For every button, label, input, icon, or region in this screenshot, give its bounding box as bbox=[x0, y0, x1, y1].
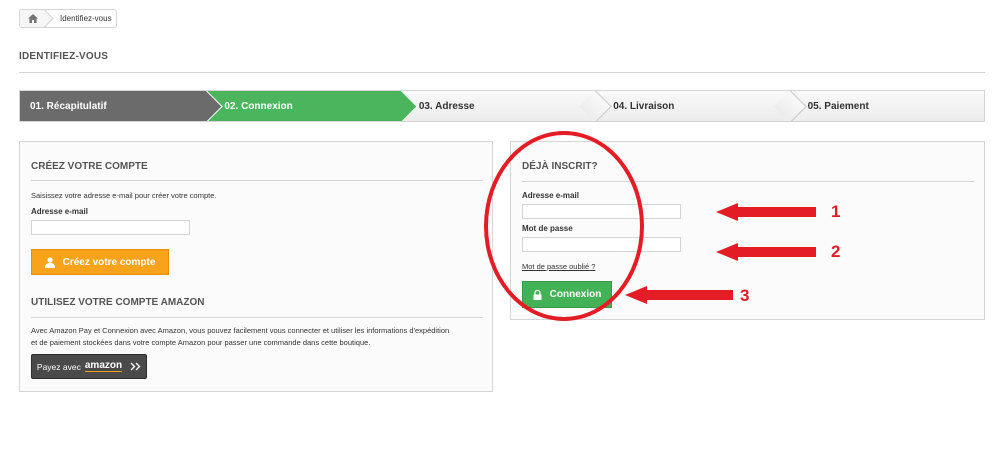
step-livraison: 04. Livraison bbox=[595, 91, 790, 121]
checkout-steps: 01. Récapitulatif 02. Connexion 03. Adre… bbox=[19, 90, 985, 122]
amazon-divider bbox=[31, 317, 483, 318]
annotation-number-3: 3 bbox=[740, 286, 750, 305]
create-account-intro: Saisissez votre adresse e-mail pour crée… bbox=[31, 191, 217, 200]
create-email-input[interactable] bbox=[31, 220, 190, 235]
user-icon bbox=[44, 256, 55, 268]
breadcrumb-current: Identifiez-vous bbox=[60, 14, 112, 23]
home-icon bbox=[27, 14, 38, 23]
create-account-divider bbox=[31, 180, 483, 181]
create-email-label: Adresse e-mail bbox=[31, 207, 88, 216]
breadcrumb-home-link[interactable] bbox=[20, 10, 46, 27]
step-connexion: 02. Connexion bbox=[206, 91, 401, 121]
annotation-arrow-3 bbox=[625, 286, 733, 304]
create-account-button-label: Créez votre compte bbox=[62, 256, 156, 268]
amazon-logo-text: amazon bbox=[84, 360, 123, 372]
double-chevron-right-icon bbox=[130, 362, 141, 371]
title-divider bbox=[19, 72, 985, 73]
create-account-heading: CRÉEZ VOTRE COMPTE bbox=[31, 161, 148, 172]
amazon-pay-prefix: Payez avec bbox=[36, 361, 81, 372]
step-paiement: 05. Paiement bbox=[789, 91, 984, 121]
amazon-heading: UTILISEZ VOTRE COMPTE AMAZON bbox=[31, 297, 205, 308]
create-account-box: CRÉEZ VOTRE COMPTE Saisissez votre adres… bbox=[19, 141, 493, 392]
annotation-number-2: 2 bbox=[831, 242, 841, 261]
annotation-circle bbox=[484, 131, 644, 321]
annotation-number-1: 1 bbox=[831, 202, 841, 221]
amazon-description-line1: Avec Amazon Pay et Connexion avec Amazon… bbox=[31, 326, 450, 335]
page-title: IDENTIFIEZ-VOUS bbox=[19, 51, 109, 62]
breadcrumb: Identifiez-vous bbox=[19, 9, 117, 28]
annotation-arrow-2 bbox=[716, 243, 816, 261]
amazon-pay-button[interactable]: Payez avec amazon bbox=[31, 354, 147, 379]
create-account-button[interactable]: Créez votre compte bbox=[31, 249, 169, 275]
annotation-arrow-1 bbox=[716, 203, 816, 221]
amazon-description-line2: et de paiement stockées dans votre compt… bbox=[31, 338, 371, 347]
step-adresse: 03. Adresse bbox=[400, 91, 596, 121]
step-recapitulatif[interactable]: 01. Récapitulatif bbox=[20, 91, 207, 121]
